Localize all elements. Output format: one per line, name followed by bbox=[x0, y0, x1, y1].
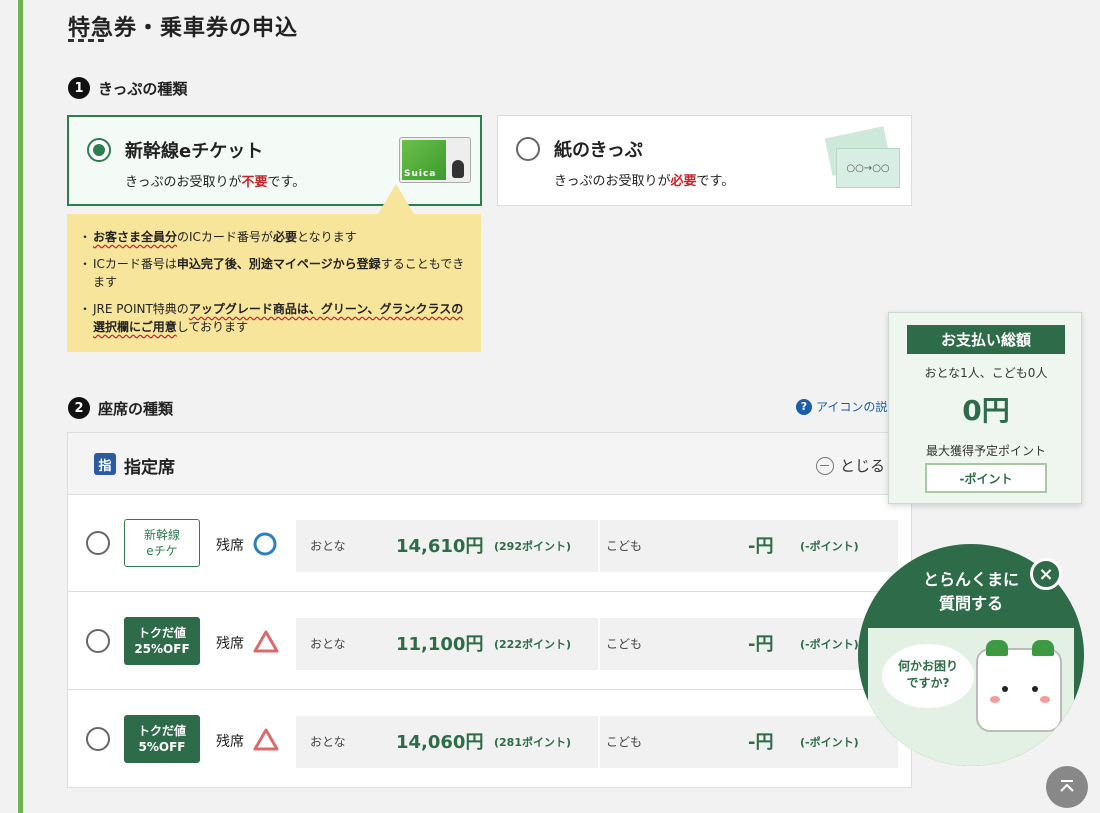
adult-points: (222ポイント) bbox=[494, 638, 572, 651]
points-value: -ポイント bbox=[925, 463, 1047, 493]
arrow-up-icon bbox=[1060, 780, 1074, 792]
notice-pointer bbox=[378, 184, 414, 214]
adult-price: 14,060円 bbox=[396, 732, 484, 753]
seat-class-header: 指 指定席 とじる bbox=[68, 433, 911, 495]
notice-item: JRE POINT特典のアップグレード商品は、グリーン、グランクラスの選択欄にご… bbox=[79, 300, 467, 336]
child-price-cell: こども -円 (-ポイント) bbox=[600, 716, 898, 768]
child-price: -円 bbox=[748, 536, 774, 557]
child-points: (-ポイント) bbox=[800, 736, 859, 749]
left-accent-bar bbox=[18, 0, 23, 813]
section-number-badge: 2 bbox=[68, 397, 90, 419]
payment-total: 0円 bbox=[962, 394, 1010, 427]
adult-price-cell: おとな 14,610円 (292ポイント) bbox=[296, 520, 598, 572]
section-heading-label: きっぷの種類 bbox=[98, 79, 188, 98]
chat-speech-bubble: 何かお困り ですか? bbox=[882, 644, 974, 708]
passenger-count: おとな1人、こども0人 bbox=[924, 366, 1048, 380]
availability-label: 残席 bbox=[216, 734, 244, 750]
scroll-to-top-button[interactable] bbox=[1046, 766, 1088, 808]
adult-points: (281ポイント) bbox=[494, 736, 572, 749]
ticket-option-desc: きっぷのお受取りが不要です。 bbox=[125, 175, 306, 190]
icon-help-link[interactable]: ? アイコンの説 bbox=[796, 398, 887, 415]
availability-circle-icon bbox=[253, 532, 277, 556]
reserved-seat-icon: 指 bbox=[94, 453, 116, 475]
fare-tag: トクだ値 25%OFF bbox=[124, 617, 200, 665]
ticket-option-paper[interactable]: 紙のきっぷ きっぷのお受取りが必要です。 ○○→○○ bbox=[497, 115, 912, 206]
adult-price-cell: おとな 14,060円 (281ポイント) bbox=[296, 716, 598, 768]
fare-row[interactable]: トクだ値 5%OFF 残席 おとな 14,060円 (281ポイント) こども -… bbox=[68, 691, 911, 788]
collapse-button[interactable]: とじる bbox=[816, 455, 885, 476]
minus-circle-icon bbox=[816, 456, 834, 475]
section-number-badge: 1 bbox=[68, 77, 90, 99]
fare-radio[interactable] bbox=[86, 531, 110, 555]
title-decoration bbox=[68, 39, 104, 43]
fare-tag: トクだ値 5%OFF bbox=[124, 715, 200, 763]
penguin-icon bbox=[452, 160, 464, 178]
ticket-option-title: 紙のきっぷ bbox=[554, 140, 643, 161]
fare-radio[interactable] bbox=[86, 727, 110, 751]
radio-paper[interactable] bbox=[516, 137, 540, 161]
ticket-option-desc: きっぷのお受取りが必要です。 bbox=[554, 174, 735, 189]
payment-summary: お支払い総額 おとな1人、こども0人 0円 最大獲得予定ポイント -ポイント bbox=[888, 312, 1082, 504]
fare-row[interactable]: トクだ値 25%OFF 残席 おとな 11,100円 (222ポイント) こども … bbox=[68, 593, 911, 690]
close-icon[interactable]: × bbox=[1030, 558, 1062, 590]
section-heading-seat-type: 2 座席の種類 bbox=[68, 397, 173, 419]
fare-radio[interactable] bbox=[86, 629, 110, 653]
ticket-option-eticket[interactable]: 新幹線eチケット きっぷのお受取りが不要です。 Suica bbox=[67, 115, 482, 206]
section-heading-label: 座席の種類 bbox=[98, 399, 174, 418]
child-price-cell: こども -円 (-ポイント) bbox=[600, 520, 898, 572]
notice-item: ICカード番号は申込完了後、別途マイページから登録することもできます bbox=[79, 255, 467, 291]
section-heading-ticket-type: 1 きっぷの種類 bbox=[68, 77, 187, 99]
radio-eticket[interactable] bbox=[87, 138, 111, 162]
notice-item: お客さま全員分のICカード番号が必要となります bbox=[79, 228, 467, 246]
child-points: (-ポイント) bbox=[800, 540, 859, 553]
adult-price-cell: おとな 11,100円 (222ポイント) bbox=[296, 618, 598, 670]
availability-triangle-icon bbox=[253, 630, 279, 653]
availability-triangle-icon bbox=[253, 728, 279, 751]
suica-card-icon: Suica bbox=[399, 137, 471, 183]
paper-ticket-icon: ○○→○○ bbox=[824, 126, 902, 188]
child-price-cell: こども -円 (-ポイント) bbox=[600, 618, 898, 670]
points-label: 最大獲得予定ポイント bbox=[925, 444, 1046, 458]
child-points: (-ポイント) bbox=[800, 638, 859, 651]
page-title: 特急券・乗車券の申込 bbox=[68, 16, 299, 41]
adult-points: (292ポイント) bbox=[494, 540, 572, 553]
question-icon: ? bbox=[796, 398, 812, 415]
child-price: -円 bbox=[748, 634, 774, 655]
seat-class-panel: 指 指定席 とじる 新幹線 eチケ 残席 おとな 14,610円 (292ポイント… bbox=[67, 432, 912, 788]
child-price: -円 bbox=[748, 732, 774, 753]
payment-title: お支払い総額 bbox=[907, 325, 1065, 354]
adult-price: 14,610円 bbox=[396, 536, 484, 557]
adult-price: 11,100円 bbox=[396, 634, 484, 655]
trunk-bear-mascot-icon bbox=[976, 640, 1062, 732]
availability-label: 残席 bbox=[216, 636, 244, 652]
availability-label: 残席 bbox=[216, 538, 244, 554]
eticket-notice: お客さま全員分のICカード番号が必要となります ICカード番号は申込完了後、別途… bbox=[67, 214, 481, 352]
fare-tag: 新幹線 eチケ bbox=[124, 519, 200, 567]
seat-class-label: 指定席 bbox=[124, 458, 175, 478]
fare-row[interactable]: 新幹線 eチケ 残席 おとな 14,610円 (292ポイント) こども -円 (… bbox=[68, 495, 911, 592]
ticket-option-title: 新幹線eチケット bbox=[125, 141, 264, 162]
